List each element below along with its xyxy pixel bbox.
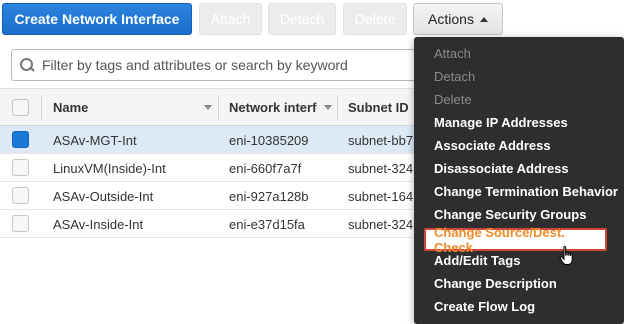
sort-caret-icon[interactable] xyxy=(204,105,212,110)
actions-button-label: Actions xyxy=(428,11,474,27)
column-header-subnet-id[interactable]: Subnet ID xyxy=(348,89,418,126)
hand-cursor-icon xyxy=(559,246,573,265)
delete-button[interactable]: Delete xyxy=(343,3,407,35)
actions-dropdown-menu: Attach Detach Delete Manage IP Addresses… xyxy=(414,37,624,324)
sort-caret-icon[interactable] xyxy=(324,105,332,110)
row-checkbox[interactable] xyxy=(12,159,29,176)
select-all-checkbox[interactable] xyxy=(12,99,29,116)
menu-item-delete[interactable]: Delete xyxy=(414,88,624,111)
column-header-network-interface-label: Network interf xyxy=(229,100,317,115)
row-eni: eni-10385209 xyxy=(229,132,309,148)
column-header-name[interactable]: Name xyxy=(53,89,218,126)
row-name: ASAv-Outside-Int xyxy=(53,188,154,204)
row-eni: eni-927a128b xyxy=(229,188,309,204)
menu-item-detach[interactable]: Detach xyxy=(414,65,624,88)
caret-up-icon xyxy=(479,16,488,22)
menu-item-create-flow-log[interactable]: Create Flow Log xyxy=(414,295,624,318)
row-subnet: subnet-324 xyxy=(348,160,414,176)
filter-box xyxy=(11,49,431,81)
column-divider xyxy=(218,95,219,121)
toolbar: Create Network Interface Attach Detach D… xyxy=(0,0,624,40)
row-subnet: subnet-bb7 xyxy=(348,132,414,148)
row-eni: eni-e37d15fa xyxy=(229,216,305,232)
search-icon xyxy=(20,58,34,72)
menu-item-manage-ip-addresses[interactable]: Manage IP Addresses xyxy=(414,111,624,134)
create-network-interface-button[interactable]: Create Network Interface xyxy=(2,3,192,35)
actions-button[interactable]: Actions xyxy=(413,3,503,35)
row-name: LinuxVM(Inside)-Int xyxy=(53,160,166,176)
menu-item-change-security-groups[interactable]: Change Security Groups xyxy=(414,203,624,226)
delete-button-label: Delete xyxy=(354,11,396,27)
menu-item-associate-address[interactable]: Associate Address xyxy=(414,134,624,157)
row-subnet: subnet-324 xyxy=(348,216,414,232)
menu-item-change-source-dest-check[interactable]: Change Source/Dest. Check xyxy=(426,225,605,255)
column-divider xyxy=(337,95,338,121)
column-divider xyxy=(41,95,42,121)
menu-item-attach[interactable]: Attach xyxy=(414,42,624,65)
filter-input[interactable] xyxy=(42,57,422,73)
row-subnet: subnet-164 xyxy=(348,188,414,204)
row-eni: eni-660f7a7f xyxy=(229,160,302,176)
detach-button[interactable]: Detach xyxy=(268,3,336,35)
row-name: ASAv-Inside-Int xyxy=(53,216,144,232)
menu-item-change-termination-behavior[interactable]: Change Termination Behavior xyxy=(414,180,624,203)
column-header-network-interface[interactable]: Network interf xyxy=(229,89,319,126)
row-checkbox[interactable] xyxy=(12,215,29,232)
detach-button-label: Detach xyxy=(279,11,325,27)
column-header-name-label: Name xyxy=(53,100,89,115)
attach-button-label: Attach xyxy=(210,11,251,27)
attach-button[interactable]: Attach xyxy=(199,3,262,35)
menu-item-change-description[interactable]: Change Description xyxy=(414,272,624,295)
row-checkbox[interactable] xyxy=(12,187,29,204)
column-header-subnet-id-label: Subnet ID xyxy=(348,100,409,115)
row-checkbox[interactable] xyxy=(12,131,29,148)
menu-item-disassociate-address[interactable]: Disassociate Address xyxy=(414,157,624,180)
highlight-box: Change Source/Dest. Check xyxy=(424,225,607,255)
row-name: ASAv-MGT-Int xyxy=(53,132,137,148)
